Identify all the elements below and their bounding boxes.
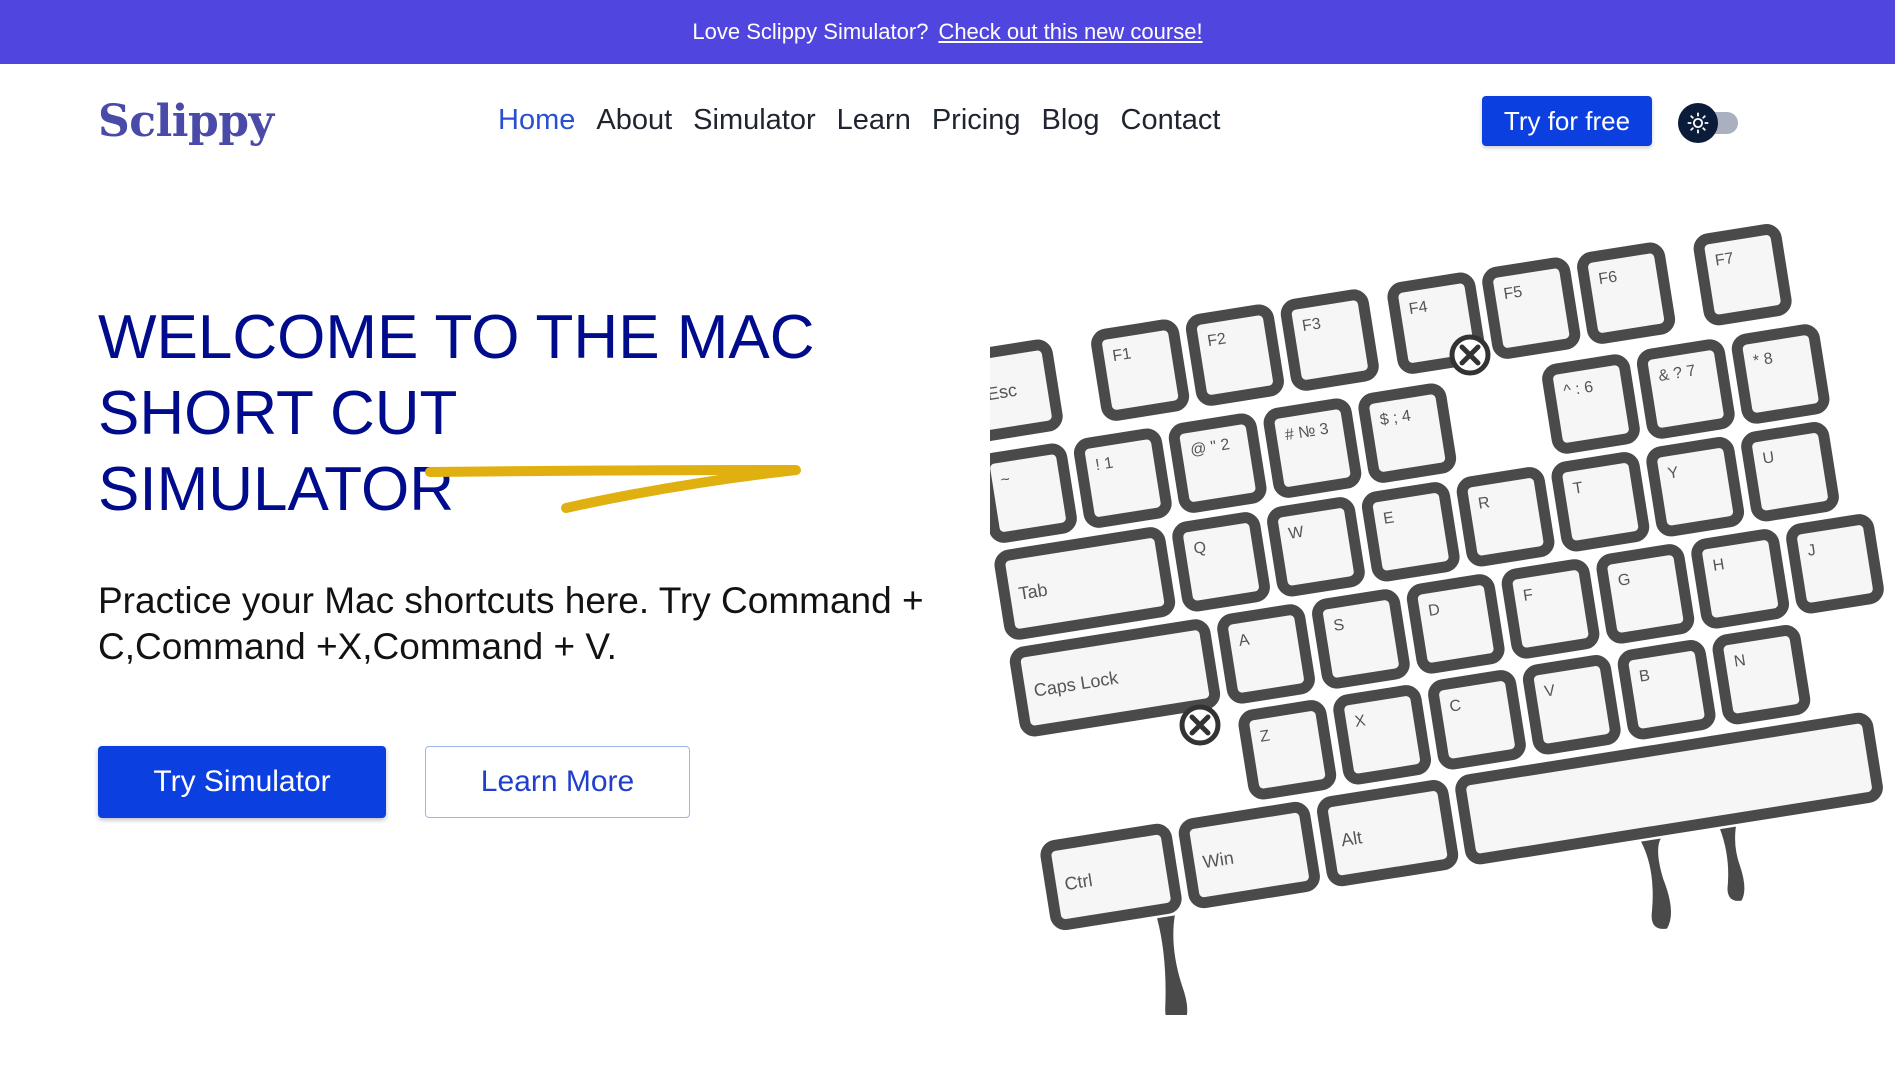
- keyboard-key: N: [1712, 625, 1811, 725]
- keyboard-key: ^ : 6: [1542, 354, 1640, 454]
- keyboard-key: H: [1691, 529, 1790, 629]
- keyboard-key: T: [1551, 452, 1650, 552]
- key-label: F6: [1597, 268, 1618, 288]
- key-label: ! 1: [1094, 455, 1114, 475]
- keyboard-key: Esc: [990, 339, 1063, 442]
- key-label: F7: [1714, 250, 1735, 270]
- keyboard-key: F6: [1577, 242, 1676, 344]
- announcement-link[interactable]: Check out this new course!: [938, 19, 1202, 45]
- keyboard-key: U: [1741, 422, 1839, 522]
- keyboard-key: E: [1361, 482, 1460, 582]
- keyboard-key: F7: [1693, 224, 1792, 326]
- keyboard-key: Z: [1238, 700, 1337, 800]
- accent-underline: [425, 465, 801, 513]
- key-label: Alt: [1340, 827, 1364, 850]
- paint-drip: [1157, 915, 1188, 1015]
- toggle-knob: [1678, 103, 1718, 143]
- paint-drip: [1720, 826, 1745, 901]
- x-circle-icon: [1449, 334, 1491, 376]
- keyboard-key: @ " 2: [1168, 413, 1267, 513]
- hero-title-line2: SHORT CUT SIMULATOR: [98, 379, 457, 524]
- announcement-bar: Love Sclippy Simulator? Check out this n…: [0, 0, 1895, 64]
- nav-blog[interactable]: Blog: [1041, 104, 1099, 137]
- keyboard-key: * 8: [1731, 324, 1830, 424]
- key-label: * 8: [1752, 350, 1774, 370]
- key-label: F1: [1111, 345, 1132, 365]
- keyboard-key: $ ; 4: [1358, 383, 1457, 483]
- key-label: F5: [1502, 283, 1523, 303]
- key-label: G: [1617, 571, 1632, 590]
- nav-about[interactable]: About: [596, 104, 672, 137]
- sun-icon: [1687, 112, 1709, 134]
- hero-title-line1: WELCOME TO THE MAC: [98, 303, 815, 372]
- key-label: F4: [1408, 299, 1429, 319]
- keyboard-key: S: [1312, 589, 1410, 689]
- key-label: Q: [1193, 539, 1208, 558]
- key-label: F2: [1206, 330, 1227, 350]
- keyboard-key: C: [1428, 670, 1526, 770]
- keyboard-key: Alt: [1317, 780, 1459, 887]
- try-simulator-button[interactable]: Try Simulator: [98, 746, 386, 818]
- keyboard-key: A: [1217, 604, 1315, 704]
- try-for-free-button[interactable]: Try for free: [1482, 96, 1652, 146]
- keyboard-key: ~: [990, 443, 1077, 543]
- keyboard-key: F: [1501, 559, 1600, 659]
- nav-simulator[interactable]: Simulator: [693, 104, 816, 137]
- nav-pricing[interactable]: Pricing: [932, 104, 1021, 137]
- keyboard-key: Win: [1178, 801, 1320, 909]
- keyboard-key: R: [1456, 467, 1555, 567]
- keyboard-key: Tab: [994, 527, 1176, 640]
- keyboard-key: B: [1617, 640, 1716, 740]
- keyboard-key: W: [1267, 497, 1365, 597]
- keyboard-key: V: [1522, 655, 1621, 755]
- navbar: Sclippy Home About Simulator Learn Prici…: [0, 64, 1895, 180]
- keyboard-key: F3: [1280, 289, 1379, 391]
- nav-contact[interactable]: Contact: [1121, 104, 1221, 137]
- keyboard-key: Ctrl: [1040, 823, 1182, 931]
- keyboard-key: X: [1333, 685, 1431, 785]
- keyboard-key: J: [1786, 514, 1884, 614]
- keyboard-svg: Esc F1 F2 F3 F4 F5 F6 F7 ~ ! 1 @ " 2# № 3$ ; 4 ^ : …: [990, 224, 1884, 1015]
- keyboard-key: F1: [1091, 319, 1190, 421]
- main-nav: Home About Simulator Learn Pricing Blog …: [498, 104, 1220, 137]
- x-circle-icon: [1179, 704, 1221, 746]
- learn-more-button[interactable]: Learn More: [425, 746, 690, 818]
- keyboard-key: Q: [1172, 512, 1270, 612]
- theme-toggle[interactable]: [1678, 102, 1740, 143]
- announcement-text: Love Sclippy Simulator?: [692, 19, 929, 44]
- hero-subtitle: Practice your Mac shortcuts here. Try Co…: [98, 580, 924, 667]
- keyboard-key: # № 3: [1263, 398, 1362, 498]
- keyboard-illustration: Esc F1 F2 F3 F4 F5 F6 F7 ~ ! 1 @ " 2 # № 3 $ ; 4 ^ : …: [990, 175, 1895, 1015]
- paint-drip: [1641, 838, 1671, 929]
- keyboard-key: Y: [1646, 437, 1745, 537]
- nav-learn[interactable]: Learn: [837, 104, 911, 137]
- keyboard-key: D: [1406, 574, 1505, 674]
- logo[interactable]: Sclippy: [98, 96, 274, 147]
- keyboard-key: F2: [1185, 304, 1284, 406]
- key-label: F3: [1301, 315, 1322, 335]
- keyboard-key: & ? 7: [1636, 339, 1735, 439]
- nav-home[interactable]: Home: [498, 104, 575, 137]
- keyboard-key: F5: [1482, 257, 1581, 359]
- keyboard-key: G: [1596, 544, 1695, 644]
- keyboard-key: ! 1: [1073, 428, 1172, 528]
